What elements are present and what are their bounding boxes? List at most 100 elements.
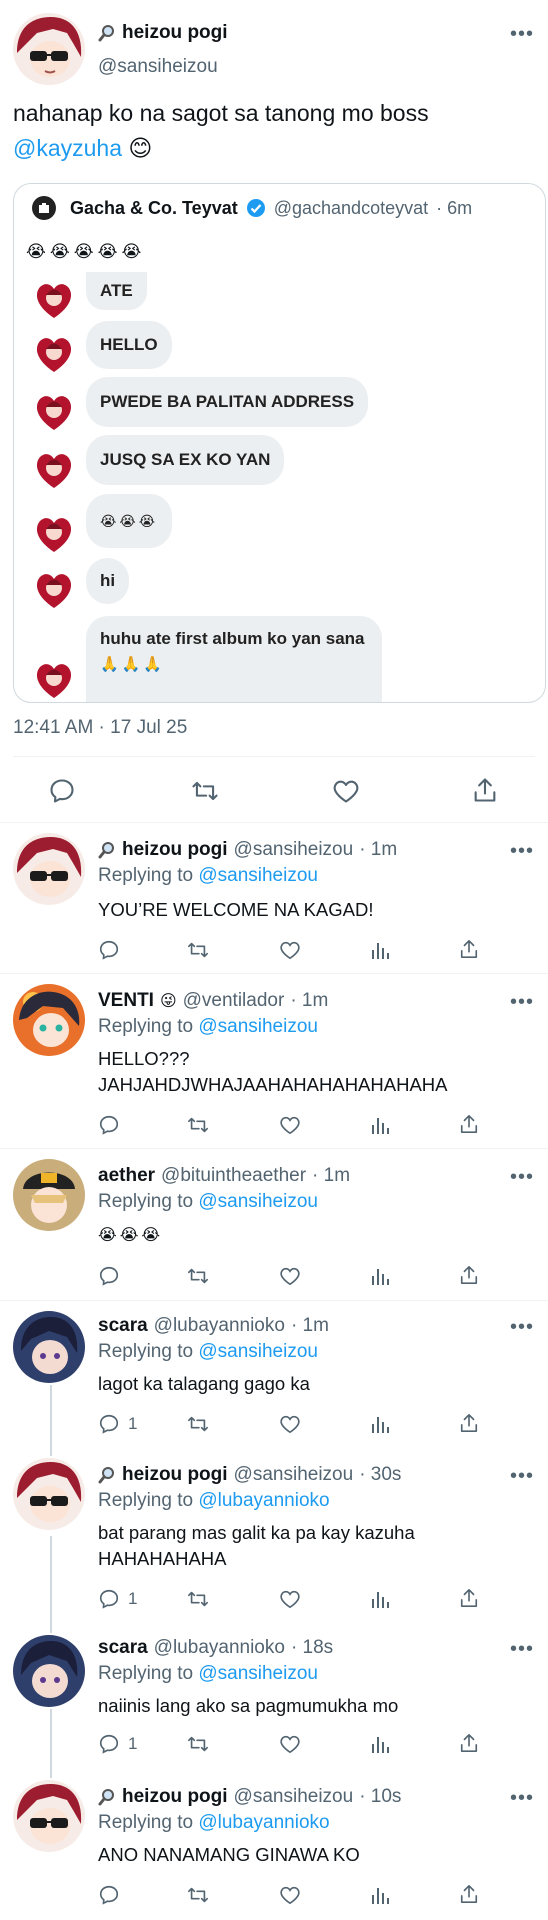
reply-tweet[interactable]: heizou pogi @sansiheizou · 30s ••• Reply… (0, 1450, 548, 1628)
magnifier-icon (98, 841, 116, 859)
more-icon[interactable]: ••• (510, 24, 534, 44)
share-button[interactable] (472, 776, 498, 804)
retweet-button[interactable] (186, 1265, 210, 1287)
retweet-button[interactable] (186, 1114, 210, 1136)
more-icon[interactable]: ••• (510, 1466, 534, 1486)
like-button[interactable] (279, 1734, 301, 1754)
retweet-button[interactable] (190, 777, 220, 805)
views-button[interactable] (370, 1884, 390, 1906)
more-icon[interactable]: ••• (510, 992, 534, 1012)
reply-button[interactable] (48, 777, 76, 805)
reply-author-handle[interactable]: @ventilador (183, 990, 285, 1012)
quoted-account-handle: @gachandcoteyvat (273, 197, 429, 218)
reply-author-name[interactable]: scara (98, 1315, 148, 1337)
share-button[interactable] (459, 1732, 479, 1754)
more-icon[interactable]: ••• (510, 1317, 534, 1337)
share-button[interactable] (459, 1113, 479, 1135)
tweet-timestamp: 12:41 AM · 17 Jul 25 (13, 717, 188, 738)
like-button[interactable] (279, 1266, 301, 1286)
reply-author-name[interactable]: VENTI (98, 990, 154, 1012)
retweet-button[interactable] (186, 1413, 210, 1435)
retweet-button[interactable] (186, 1733, 210, 1755)
avatar[interactable] (13, 984, 85, 1056)
retweet-icon (190, 777, 220, 805)
reply-button[interactable]: 1 (98, 1413, 137, 1435)
more-icon[interactable]: ••• (510, 1788, 534, 1808)
views-button[interactable] (370, 1413, 390, 1435)
reply-button[interactable] (98, 1884, 120, 1906)
reply-tweet[interactable]: heizou pogi @sansiheizou · 10s ••• Reply… (0, 1770, 548, 1920)
reply-to-link[interactable]: @lubayannioko (198, 1812, 329, 1833)
reply-to-link[interactable]: @lubayannioko (198, 1490, 329, 1511)
more-icon[interactable]: ••• (510, 841, 534, 861)
reply-button[interactable] (98, 939, 120, 961)
reply-author-name[interactable]: aether (98, 1165, 155, 1187)
avatar[interactable] (13, 833, 85, 905)
views-button[interactable] (370, 1114, 390, 1136)
reply-to-link[interactable]: @sansiheizou (198, 1341, 318, 1362)
more-icon[interactable]: ••• (510, 1639, 534, 1659)
avatar[interactable] (13, 1159, 85, 1231)
reply-author-handle[interactable]: @bituintheaether (161, 1165, 306, 1187)
retweet-icon (186, 1265, 210, 1287)
like-button[interactable] (279, 1115, 301, 1135)
views-icon (370, 1114, 390, 1136)
author-handle[interactable]: @sansiheizou (98, 56, 218, 78)
avatar[interactable] (13, 1311, 85, 1383)
reply-tweet[interactable]: scara @lubayannioko · 18s ••• Replying t… (0, 1625, 548, 1773)
quoted-tweet[interactable]: Gacha & Co. Teyvat @gachandcoteyvat · 6m… (13, 183, 546, 703)
views-button[interactable] (370, 1265, 390, 1287)
avatar[interactable] (13, 1458, 85, 1530)
retweet-icon (186, 1413, 210, 1435)
reply-text: 😭😭😭 (98, 1227, 164, 1244)
reply-button[interactable]: 1 (98, 1733, 137, 1755)
reply-author-name[interactable]: heizou pogi (122, 1786, 228, 1808)
reply-button[interactable] (98, 1265, 120, 1287)
author-name[interactable]: heizou pogi (122, 22, 228, 44)
reply-text: bat parang mas galit ka pa kay kazuha HA… (98, 1520, 415, 1572)
avatar[interactable] (13, 13, 85, 85)
reply-author-handle[interactable]: @lubayannioko (154, 1637, 285, 1659)
more-icon[interactable]: ••• (510, 1167, 534, 1187)
share-button[interactable] (459, 1883, 479, 1905)
reply-to-link[interactable]: @sansiheizou (198, 1663, 318, 1684)
reply-tweet[interactable]: heizou pogi @sansiheizou · 1m ••• Replyi… (0, 823, 548, 973)
reply-tweet[interactable]: VENTI 😜 @ventilador · 1m ••• Replying to… (0, 974, 548, 1148)
share-button[interactable] (459, 1264, 479, 1286)
reply-author-name[interactable]: heizou pogi (122, 839, 228, 861)
like-button[interactable] (332, 778, 360, 804)
reply-tweet[interactable]: scara @lubayannioko · 1m ••• Replying to… (0, 1301, 548, 1455)
chat-bubble: ATE (86, 272, 147, 310)
heart-avatar-icon (32, 568, 76, 612)
reply-author-handle[interactable]: @lubayannioko (154, 1315, 285, 1337)
mention-link[interactable]: @kayzuha (13, 135, 122, 161)
share-button[interactable] (459, 1412, 479, 1434)
reply-button[interactable] (98, 1114, 120, 1136)
retweet-button[interactable] (186, 939, 210, 961)
like-button[interactable] (279, 1414, 301, 1434)
share-button[interactable] (459, 1587, 479, 1609)
like-button[interactable] (279, 940, 301, 960)
reply-to-link[interactable]: @sansiheizou (198, 865, 318, 886)
views-button[interactable] (370, 1733, 390, 1755)
reply-author-name[interactable]: scara (98, 1637, 148, 1659)
avatar[interactable] (13, 1635, 85, 1707)
reply-time: · 18s (290, 1637, 334, 1658)
reply-tweet[interactable]: aether @bituintheaether · 1m ••• Replyin… (0, 1149, 548, 1299)
reply-author-handle[interactable]: @sansiheizou (234, 1786, 354, 1808)
reply-author-handle[interactable]: @sansiheizou (234, 1464, 354, 1486)
reply-author-handle[interactable]: @sansiheizou (234, 839, 354, 861)
avatar[interactable] (13, 1780, 85, 1852)
retweet-button[interactable] (186, 1884, 210, 1906)
reply-to-link[interactable]: @sansiheizou (198, 1191, 318, 1212)
reply-button[interactable]: 1 (98, 1588, 137, 1610)
like-button[interactable] (279, 1589, 301, 1609)
share-button[interactable] (459, 938, 479, 960)
reply-text-line: bat parang mas galit ka pa kay kazuha (98, 1522, 415, 1543)
like-button[interactable] (279, 1885, 301, 1905)
reply-author-name[interactable]: heizou pogi (122, 1464, 228, 1486)
reply-to-link[interactable]: @sansiheizou (198, 1016, 318, 1037)
views-button[interactable] (370, 1588, 390, 1610)
views-button[interactable] (370, 939, 390, 961)
retweet-button[interactable] (186, 1588, 210, 1610)
